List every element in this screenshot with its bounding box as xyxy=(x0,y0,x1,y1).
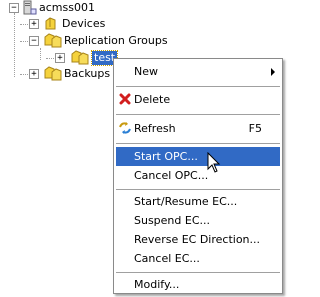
tree-connector xyxy=(40,48,41,60)
refresh-icon xyxy=(119,122,131,134)
menu-item-new[interactable]: New xyxy=(116,62,280,81)
backups-icon xyxy=(44,66,62,81)
menu-item-start-resume-ec[interactable]: Start/Resume EC... xyxy=(116,192,280,211)
context-menu: New Delete Refresh F5 Start OPC... Cance… xyxy=(113,58,283,294)
tree-connector xyxy=(14,13,15,77)
menu-item-cancel-ec-label: Cancel EC... xyxy=(134,252,200,265)
menu-item-new-label: New xyxy=(134,65,158,78)
menu-item-start-resume-ec-label: Start/Resume EC... xyxy=(134,195,238,208)
tree-item-root[interactable]: acmss001 xyxy=(39,1,95,15)
tree-connector xyxy=(20,24,28,25)
menu-item-modify-label: Modify... xyxy=(134,278,180,291)
menu-item-delete[interactable]: Delete xyxy=(116,90,280,109)
menu-item-cancel-opc[interactable]: Cancel OPC... xyxy=(116,166,280,185)
tree-connector xyxy=(20,41,28,42)
menu-separator xyxy=(116,143,280,144)
menu-item-start-opc[interactable]: Start OPC... xyxy=(116,147,280,166)
menu-item-suspend-ec-label: Suspend EC... xyxy=(134,214,211,227)
devices-expand-toggle[interactable]: + xyxy=(29,19,39,29)
refresh-shortcut: F5 xyxy=(248,122,262,135)
tree-connector xyxy=(20,74,28,75)
root-collapse-toggle[interactable]: − xyxy=(9,3,19,13)
menu-item-start-opc-label: Start OPC... xyxy=(134,150,198,163)
menu-separator xyxy=(116,114,280,115)
menu-item-suspend-ec[interactable]: Suspend EC... xyxy=(116,211,280,230)
menu-separator xyxy=(116,86,280,87)
replication-groups-collapse-toggle[interactable]: − xyxy=(29,36,39,46)
menu-item-reverse-ec-label: Reverse EC Direction... xyxy=(134,233,261,246)
menu-item-refresh[interactable]: Refresh F5 xyxy=(116,119,280,138)
test-group-icon xyxy=(71,50,89,65)
menu-item-cancel-opc-label: Cancel OPC... xyxy=(134,169,209,182)
menu-separator xyxy=(116,189,280,190)
submenu-arrow-icon xyxy=(271,68,275,76)
tree-item-replication-groups[interactable]: Replication Groups xyxy=(64,34,168,48)
menu-item-reverse-ec[interactable]: Reverse EC Direction... xyxy=(116,230,280,249)
menu-item-delete-label: Delete xyxy=(134,93,171,106)
server-icon xyxy=(23,0,37,15)
menu-item-modify[interactable]: Modify... xyxy=(116,275,280,294)
mouse-cursor-icon xyxy=(207,152,221,173)
test-expand-toggle[interactable]: + xyxy=(55,53,65,63)
menu-item-cancel-ec[interactable]: Cancel EC... xyxy=(116,249,280,268)
tree-item-backups[interactable]: Backups xyxy=(64,67,110,81)
backups-expand-toggle[interactable]: + xyxy=(29,69,39,79)
devices-folder-icon xyxy=(45,17,56,30)
delete-x-icon xyxy=(119,93,131,105)
menu-item-refresh-label: Refresh xyxy=(134,122,176,135)
replication-groups-icon xyxy=(44,33,62,48)
tree-item-devices[interactable]: Devices xyxy=(62,17,105,31)
tree-connector xyxy=(46,58,54,59)
menu-separator xyxy=(116,272,280,273)
